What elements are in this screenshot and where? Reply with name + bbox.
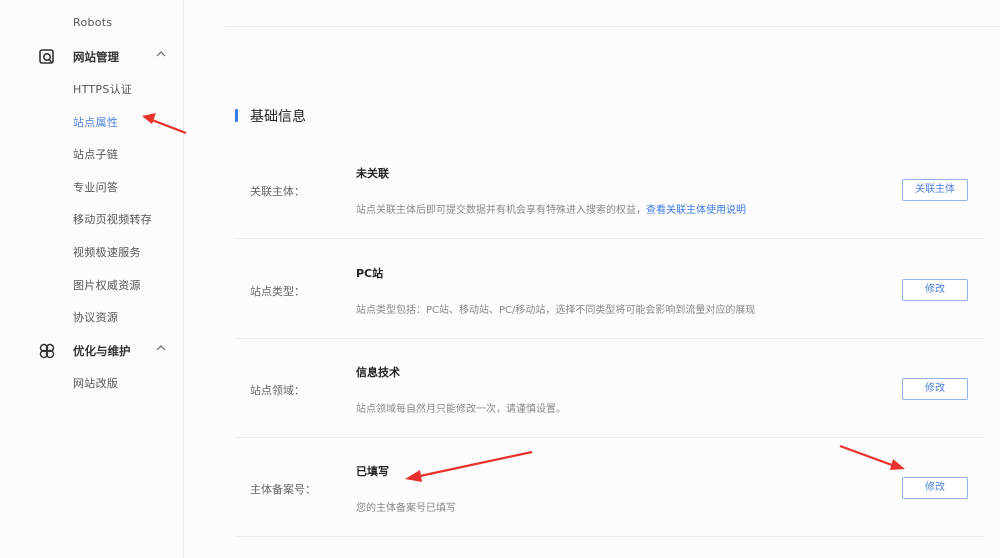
divider [225,26,1000,27]
sidebar: Robots 网站管理 HTTPS认证 站点属性 站点子链 专业问答 移动页视频… [0,0,184,558]
chevron-up-icon[interactable] [154,47,168,61]
sidebar-item-site-revision[interactable]: 网站改版 [73,375,118,391]
row-value: 信息技术 [356,366,400,379]
row-label: 站点类型： [250,285,305,298]
sidebar-item-video-transfer[interactable]: 移动页视频转存 [73,211,152,227]
row-description: 站点关联主体后即可提交数据并有机会享有特殊进入搜索的权益，查看关联主体使用说明 [356,201,746,216]
main-content: 基础信息 关联主体： 未关联 站点关联主体后即可提交数据并有机会享有特殊进入搜索… [185,0,1000,558]
info-row-subject: 关联主体： 未关联 站点关联主体后即可提交数据并有机会享有特殊进入搜索的权益，查… [235,139,985,239]
row-description-text: 站点关联主体后即可提交数据并有机会享有特殊进入搜索的权益， [356,205,646,216]
sidebar-item-robots[interactable]: Robots [73,16,112,29]
sidebar-item-sitelinks[interactable]: 站点子链 [73,146,118,162]
row-label: 关联主体： [250,185,305,198]
row-description: 站点类型包括：PC站、移动站、PC/移动站，选择不同类型将可能会影响到流量对应的… [356,305,756,316]
link-subject-button[interactable]: 关联主体 [902,179,968,201]
section-title-text: 基础信息 [250,109,306,125]
optimize-icon [39,343,55,359]
row-description: 站点领域每自然月只能修改一次，请谨慎设置。 [356,404,566,415]
sidebar-group-optimize[interactable]: 优化与维护 [0,339,184,363]
info-row-site-domain: 站点领域： 信息技术 站点领域每自然月只能修改一次，请谨慎设置。 修改 [235,338,985,438]
usage-guide-link[interactable]: 查看关联主体使用说明 [646,205,746,216]
sidebar-group-site-manage[interactable]: 网站管理 [0,45,184,69]
row-description: 您的主体备案号已填写 [356,503,456,514]
row-value: 已填写 [356,465,389,478]
edit-icp-number-button[interactable]: 修改 [902,477,968,499]
edit-site-domain-button[interactable]: 修改 [902,378,968,400]
site-manage-icon [39,49,54,64]
sidebar-item-https[interactable]: HTTPS认证 [73,81,132,97]
info-row-icp-number: 主体备案号： 已填写 您的主体备案号已填写 修改 [235,437,985,537]
section-accent-bar [235,109,238,122]
row-label: 站点领域： [250,384,305,397]
sidebar-item-qa[interactable]: 专业问答 [73,179,118,195]
row-value: 未关联 [356,167,389,180]
sidebar-group-label: 优化与维护 [73,344,131,358]
sidebar-item-protocol[interactable]: 协议资源 [73,309,118,325]
page: Robots 网站管理 HTTPS认证 站点属性 站点子链 专业问答 移动页视频… [0,0,1000,558]
info-row-site-type: 站点类型： PC站 站点类型包括：PC站、移动站、PC/移动站，选择不同类型将可… [235,239,985,339]
edit-site-type-button[interactable]: 修改 [902,279,968,301]
row-label: 主体备案号： [250,483,316,496]
sidebar-item-video-speed[interactable]: 视频极速服务 [73,244,141,260]
sidebar-item-site-attributes[interactable]: 站点属性 [73,114,118,130]
sidebar-item-image-resource[interactable]: 图片权威资源 [73,277,141,293]
chevron-up-icon[interactable] [154,341,168,355]
row-value: PC站 [356,267,384,280]
sidebar-group-label: 网站管理 [73,50,119,64]
